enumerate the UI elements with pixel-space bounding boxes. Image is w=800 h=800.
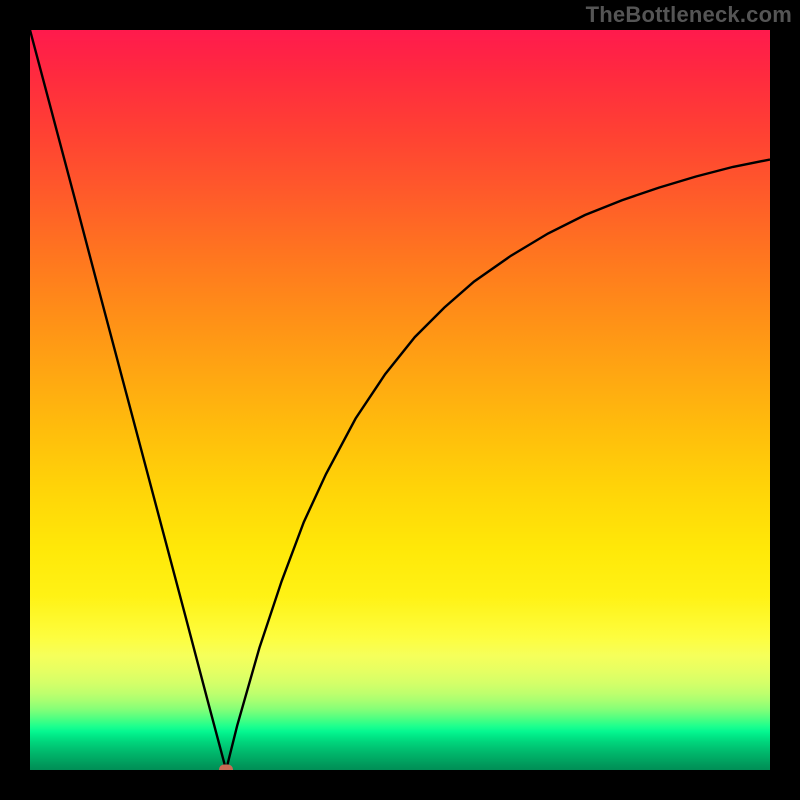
bottleneck-marker bbox=[219, 765, 233, 771]
chart-frame: TheBottleneck.com bbox=[0, 0, 800, 800]
curve-left-branch bbox=[30, 30, 226, 770]
curve-right-branch bbox=[226, 160, 770, 771]
bottleneck-curve bbox=[30, 30, 770, 770]
plot-area bbox=[30, 30, 770, 770]
watermark-text: TheBottleneck.com bbox=[586, 2, 792, 28]
